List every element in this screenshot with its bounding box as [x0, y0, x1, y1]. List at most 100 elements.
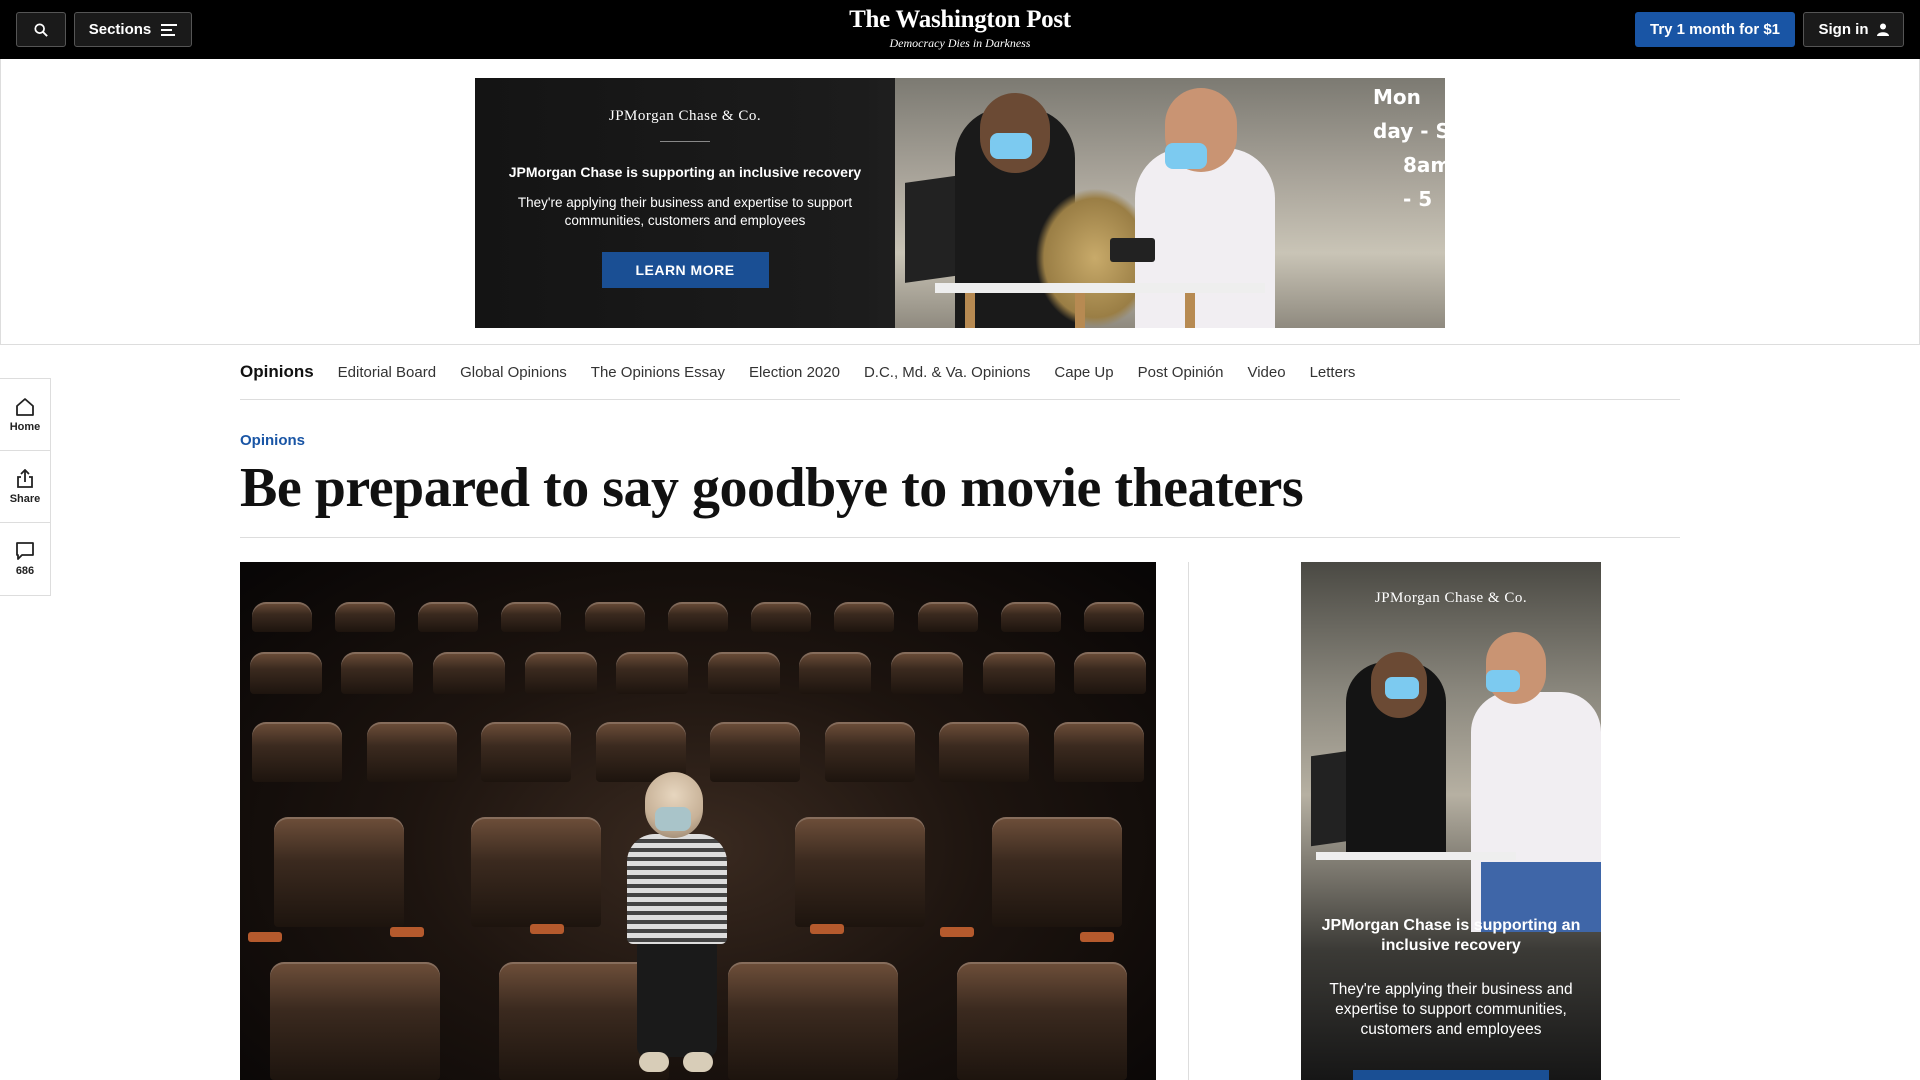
moviegoer-striped-shirt	[627, 834, 727, 944]
masked-moviegoer	[595, 772, 765, 1080]
ad-table-leg	[965, 293, 975, 328]
side-ad-photo	[1301, 632, 1601, 932]
rail-home-label: Home	[9, 420, 41, 433]
moviegoer-shoe	[683, 1052, 713, 1072]
user-icon	[1876, 23, 1889, 36]
ad-divider	[660, 141, 710, 142]
left-rail: Home Share 686	[0, 378, 51, 596]
nav-item-post-opinion[interactable]: Post Opinión	[1138, 364, 1224, 381]
ad-table-leg	[1185, 293, 1195, 328]
theater-seat	[584, 602, 645, 632]
theater-seat	[751, 602, 812, 632]
logo-name: The Washington Post	[849, 6, 1071, 33]
seat-row	[240, 602, 1156, 632]
nav-item-cape-up[interactable]: Cape Up	[1054, 364, 1113, 381]
side-ad-person-right-head	[1486, 632, 1546, 704]
sign-in-label: Sign in	[1818, 21, 1869, 38]
nav-item-editorial-board[interactable]: Editorial Board	[338, 364, 436, 381]
theater-seat	[917, 602, 978, 632]
ad-face-mask-right	[1165, 143, 1207, 169]
rail-share[interactable]: Share	[0, 451, 50, 523]
theater-seat	[269, 962, 440, 1080]
sign-in-button[interactable]: Sign in	[1803, 12, 1904, 47]
theater-seat	[252, 722, 343, 782]
moviegoer-face-mask	[655, 807, 691, 831]
theater-seat	[249, 652, 322, 694]
theater-seat	[799, 652, 872, 694]
ad-table-leg	[1075, 293, 1085, 328]
theater-seat	[1001, 602, 1062, 632]
top-ad-photo: Mon day - S 8am - 5	[895, 78, 1445, 328]
seat-cupholder	[1080, 932, 1114, 942]
theater-seat	[1053, 722, 1144, 782]
side-ad[interactable]: JPMorgan Chase & Co. JPMorgan Chase is s…	[1301, 562, 1601, 1080]
section-nav: Opinions Editorial Board Global Opinions…	[240, 345, 1680, 400]
rail-home[interactable]: Home	[0, 379, 50, 451]
theater-seat	[667, 602, 728, 632]
rail-share-label: Share	[9, 492, 41, 505]
top-ad-subtext: They're applying their business and expe…	[517, 195, 853, 228]
theater-seat	[366, 722, 457, 782]
nav-item-letters[interactable]: Letters	[1310, 364, 1356, 381]
theater-seat	[501, 602, 562, 632]
seat-cupholder	[248, 932, 282, 942]
comment-icon	[16, 542, 34, 560]
ad-sign-line: Mon day - S	[1373, 85, 1445, 143]
learn-more-button[interactable]: LEARN MORE	[601, 252, 769, 288]
theater-seat	[982, 652, 1055, 694]
top-ad-headline: JPMorgan Chase is supporting an inclusiv…	[508, 164, 862, 180]
theater-seat	[341, 652, 414, 694]
article-headline: Be prepared to say goodbye to movie thea…	[240, 457, 1304, 519]
theater-seat	[1084, 602, 1145, 632]
nav-item-opinions-essay[interactable]: The Opinions Essay	[591, 364, 725, 381]
nav-item-video[interactable]: Video	[1247, 364, 1285, 381]
theater-seat	[273, 817, 404, 927]
seat-cupholder	[810, 924, 844, 934]
side-ad-headline: JPMorgan Chase is supporting an inclusiv…	[1321, 917, 1581, 954]
side-ad-face-mask-left	[1385, 677, 1419, 699]
nav-item-opinions[interactable]: Opinions	[240, 362, 314, 382]
theater-seat	[890, 652, 963, 694]
top-bar: Sections The Washington Post Democracy D…	[0, 0, 1920, 59]
seat-cupholder	[940, 927, 974, 937]
rail-comments-count: 686	[15, 565, 35, 577]
article-kicker[interactable]: Opinions	[240, 432, 305, 449]
moviegoer-shoe	[639, 1052, 669, 1072]
side-ad-cta-button[interactable]	[1353, 1070, 1549, 1080]
subscribe-trial-button[interactable]: Try 1 month for $1	[1635, 12, 1795, 47]
rail-comments[interactable]: 686	[0, 523, 50, 595]
side-ad-face-mask-right	[1486, 670, 1520, 692]
nav-item-dc-md-va-opinions[interactable]: D.C., Md. & Va. Opinions	[864, 364, 1030, 381]
side-ad-subtext: They're applying their business and expe…	[1329, 981, 1573, 1038]
ad-table	[935, 283, 1265, 293]
ad-person-right	[1135, 148, 1275, 328]
nav-item-election-2020[interactable]: Election 2020	[749, 364, 840, 381]
theater-seat	[470, 817, 601, 927]
home-icon	[16, 397, 34, 416]
ad-window-sign: Mon day - S 8am - 5	[1373, 80, 1445, 216]
top-ad-copy: JPMorgan Chase & Co. JPMorgan Chase is s…	[475, 78, 895, 328]
seat-cupholder	[390, 927, 424, 937]
logo-tagline: Democracy Dies in Darkness	[889, 36, 1031, 50]
theater-seat	[524, 652, 597, 694]
seat-cupholder	[530, 924, 564, 934]
theater-seat	[616, 652, 689, 694]
theater-seat	[939, 722, 1030, 782]
hero-image[interactable]	[240, 562, 1156, 1080]
theater-seat	[334, 602, 395, 632]
ad-face-mask-left	[990, 133, 1032, 159]
theater-seat	[1074, 652, 1147, 694]
site-logo[interactable]: The Washington Post Democracy Dies in Da…	[0, 6, 1920, 51]
nav-item-global-opinions[interactable]: Global Opinions	[460, 364, 567, 381]
top-ad-banner[interactable]: JPMorgan Chase & Co. JPMorgan Chase is s…	[475, 78, 1445, 328]
theater-seat	[481, 722, 572, 782]
theater-seat	[418, 602, 479, 632]
side-ad-table	[1316, 852, 1516, 860]
theater-seat	[824, 722, 915, 782]
theater-seat	[795, 817, 926, 927]
theater-seat	[834, 602, 895, 632]
side-ad-jpmorgan-logo: JPMorgan Chase & Co.	[1374, 590, 1528, 606]
seat-row	[240, 652, 1156, 694]
theater-seat	[992, 817, 1123, 927]
headline-divider	[240, 537, 1680, 538]
